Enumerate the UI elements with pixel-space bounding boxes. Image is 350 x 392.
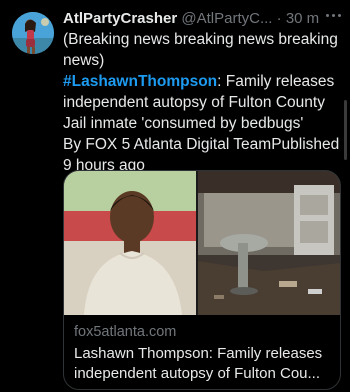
link-preview-card[interactable]: fox5atlanta.com Lashawn Thompson: Family… <box>63 170 341 390</box>
card-title-line-2: independent autopsy of Fulton Cou... <box>74 365 321 382</box>
user-handle[interactable]: @AtlPartyC... <box>181 10 272 27</box>
card-image[interactable] <box>64 171 340 315</box>
avatar-image <box>12 12 54 54</box>
separator-dot: · <box>276 10 282 27</box>
card-meta: fox5atlanta.com Lashawn Thompson: Family… <box>74 323 332 384</box>
tweet-text: (Breaking news breaking news breaking ne… <box>63 29 345 176</box>
display-name[interactable]: AtlPartyCrasher <box>63 10 177 27</box>
tweet[interactable]: AtlPartyCrasher @AtlPartyC... · 30 m (Br… <box>0 0 350 392</box>
avatar[interactable] <box>12 12 54 54</box>
card-thumbnail <box>64 171 340 315</box>
tweet-intro-line: (Breaking news breaking news breaking ne… <box>63 31 338 69</box>
tweet-timestamp[interactable]: 30 m <box>286 10 319 27</box>
card-title[interactable]: Lashawn Thompson: Family releases indepe… <box>74 344 332 384</box>
card-title-line-1: Lashawn Thompson: Family releases <box>74 345 323 362</box>
tweet-headline: #LashawnThompson: Family releases indepe… <box>63 71 345 134</box>
card-domain: fox5atlanta.com <box>74 324 177 340</box>
tweet-header: AtlPartyCrasher @AtlPartyC... · 30 m <box>63 9 343 29</box>
hashtag-link[interactable]: #LashawnThompson <box>63 73 217 90</box>
scrollbar[interactable] <box>344 100 347 160</box>
more-horizontal-icon[interactable] <box>326 12 342 18</box>
